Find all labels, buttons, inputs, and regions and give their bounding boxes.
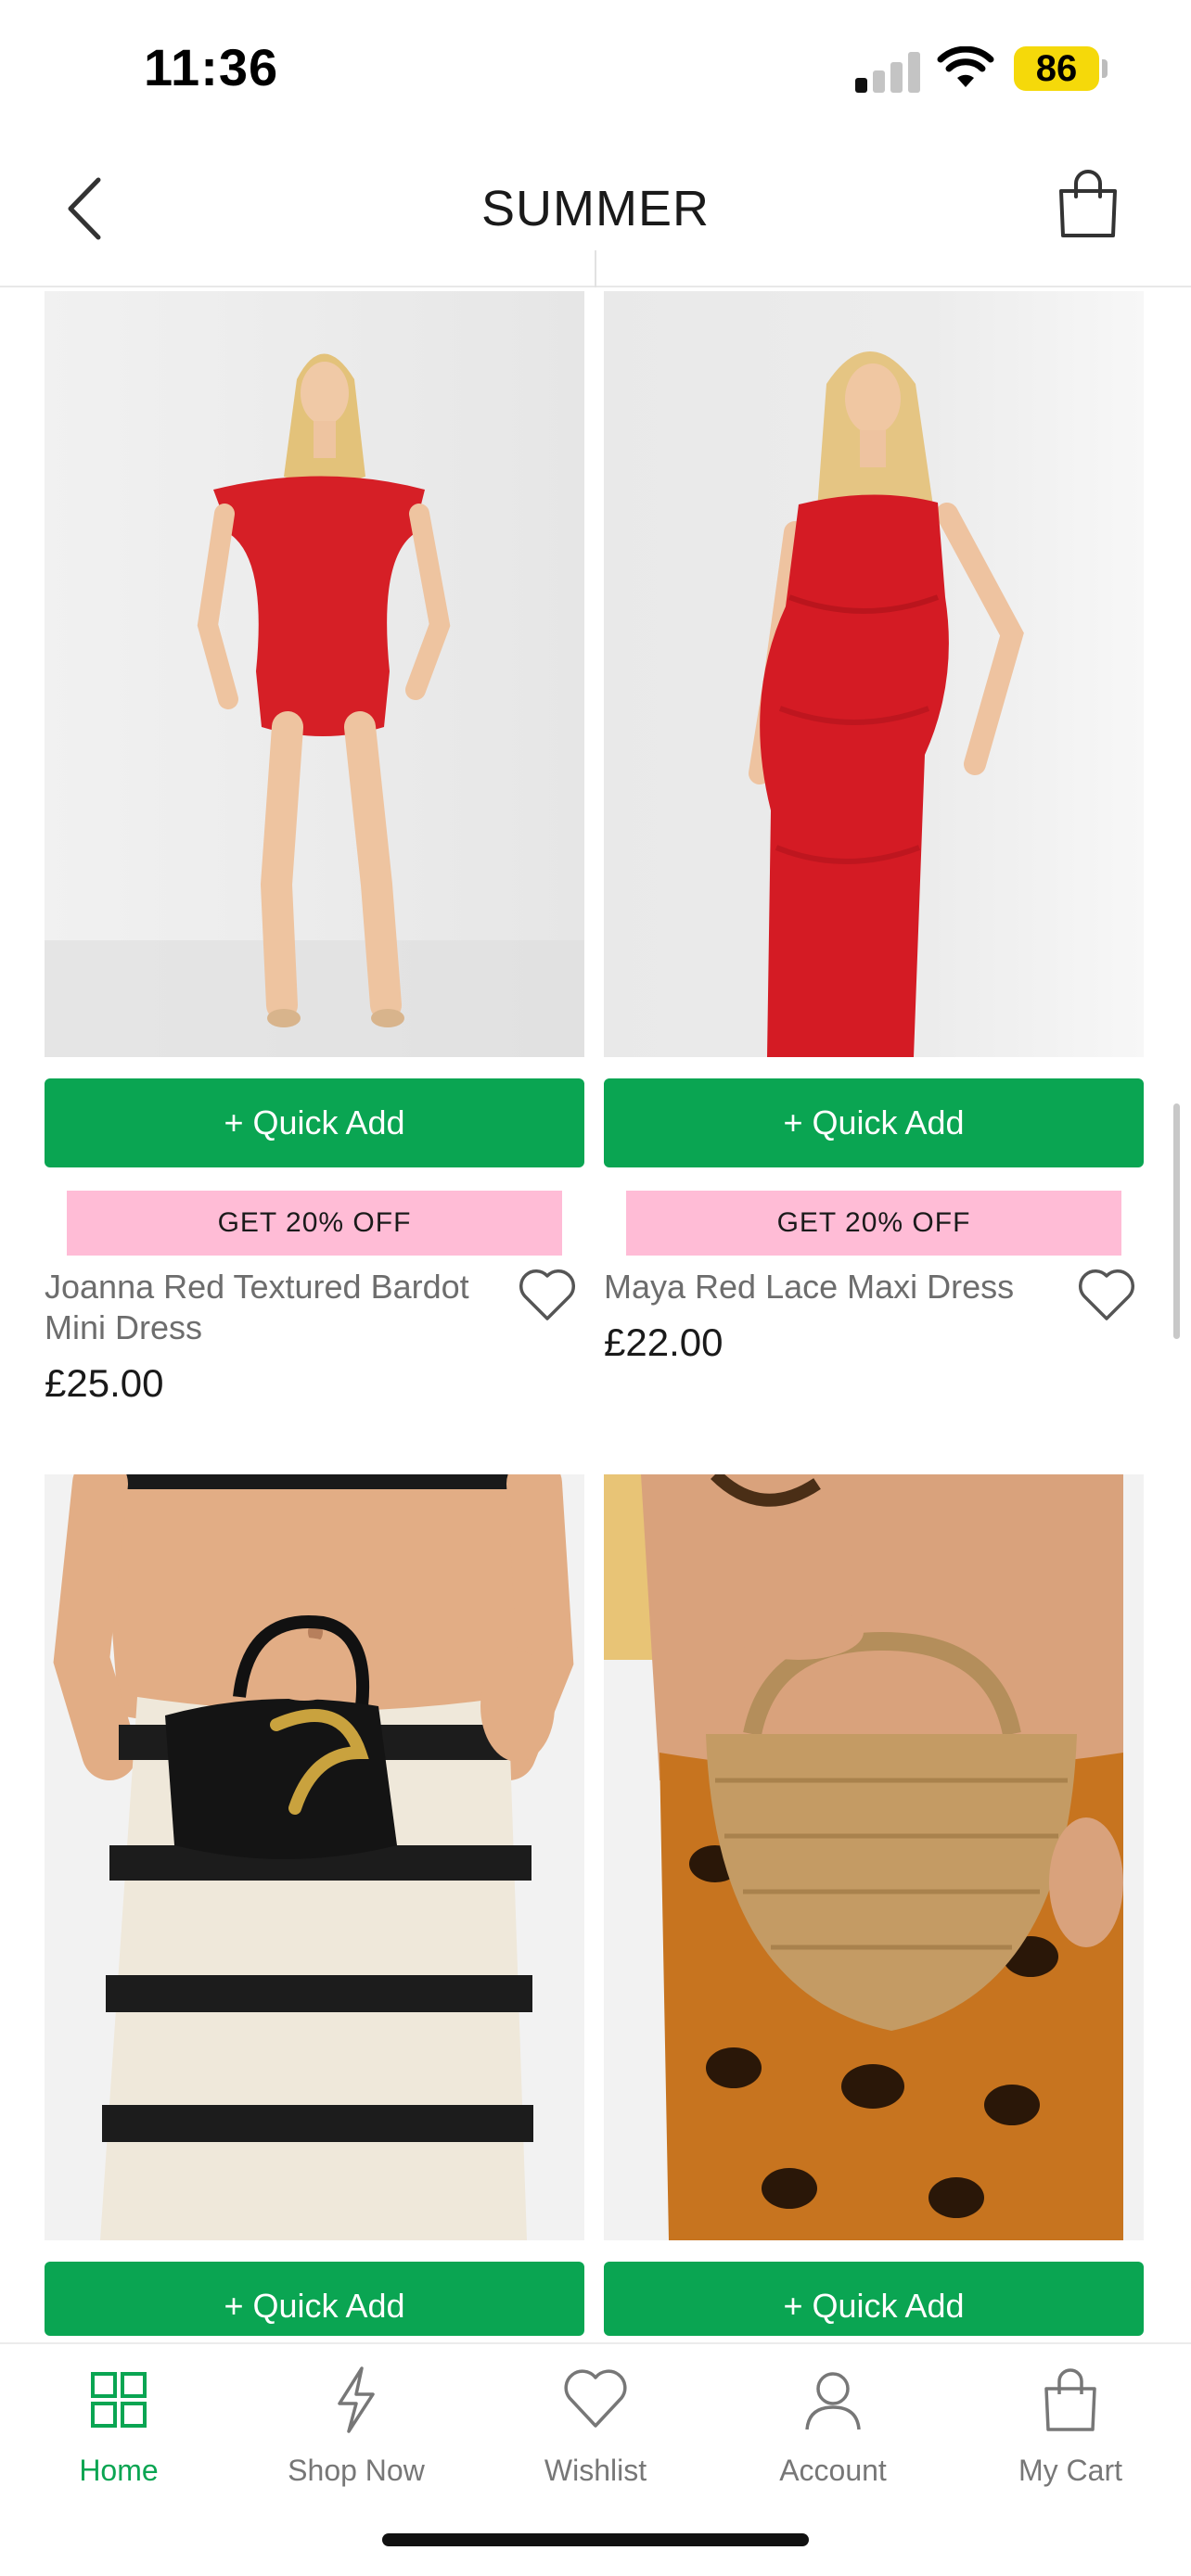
product-image[interactable] (45, 291, 584, 1057)
tab-label: My Cart (1018, 2454, 1122, 2487)
promo-badge[interactable]: GET 20% OFF (67, 1191, 562, 1256)
battery-tip (1102, 59, 1108, 78)
product-price: £25.00 (45, 1361, 164, 1405)
tab-home[interactable]: Home (17, 2363, 221, 2502)
wishlist-button[interactable] (1077, 1267, 1140, 1328)
product-price: £22.00 (604, 1320, 724, 1364)
tab-label: Wishlist (544, 2454, 647, 2487)
quick-add-button[interactable]: + Quick Add (604, 2262, 1144, 2336)
product-image[interactable] (604, 291, 1144, 1057)
product-name[interactable]: Maya Red Lace Maxi Dress (604, 1267, 1068, 1307)
tab-my-cart[interactable]: My Cart (968, 2363, 1172, 2502)
shopping-bag-icon (1059, 170, 1117, 237)
column-divider (595, 250, 596, 287)
cart-button[interactable] (1046, 153, 1130, 255)
user-icon (805, 2372, 861, 2430)
tab-shop-now[interactable]: Shop Now (254, 2363, 458, 2502)
app-header: SUMMER (0, 139, 1191, 287)
product-image[interactable] (604, 1474, 1144, 2240)
scroll-indicator[interactable] (1173, 1103, 1180, 1339)
status-time: 11:36 (144, 38, 279, 96)
quick-add-button[interactable]: + Quick Add (604, 1078, 1144, 1167)
shopping-bag-icon (1044, 2368, 1096, 2431)
tab-label: Account (779, 2454, 887, 2487)
signal-icon (855, 50, 920, 93)
quick-add-button[interactable]: + Quick Add (45, 2262, 584, 2336)
page-title: SUMMER (481, 181, 710, 236)
tab-label: Home (79, 2454, 159, 2487)
tab-account[interactable]: Account (731, 2363, 935, 2502)
lightning-icon (338, 2366, 375, 2433)
heart-icon (1078, 1269, 1135, 1320)
wifi-icon (937, 46, 994, 87)
promo-badge[interactable]: GET 20% OFF (626, 1191, 1121, 1256)
heart-icon (564, 2369, 627, 2428)
tab-label: Shop Now (288, 2454, 425, 2487)
tab-wishlist[interactable]: Wishlist (493, 2363, 698, 2502)
quick-add-button[interactable]: + Quick Add (45, 1078, 584, 1167)
product-name[interactable]: Joanna Red Textured Bardot Mini Dress (45, 1267, 508, 1348)
battery-icon: 86 (1014, 46, 1099, 91)
product-image[interactable] (45, 1474, 584, 2240)
grid-icon (91, 2372, 147, 2428)
status-bar: 11:36 86 (0, 0, 1191, 139)
heart-icon (519, 1269, 576, 1320)
home-indicator[interactable] (382, 2533, 809, 2546)
wishlist-button[interactable] (518, 1267, 581, 1328)
